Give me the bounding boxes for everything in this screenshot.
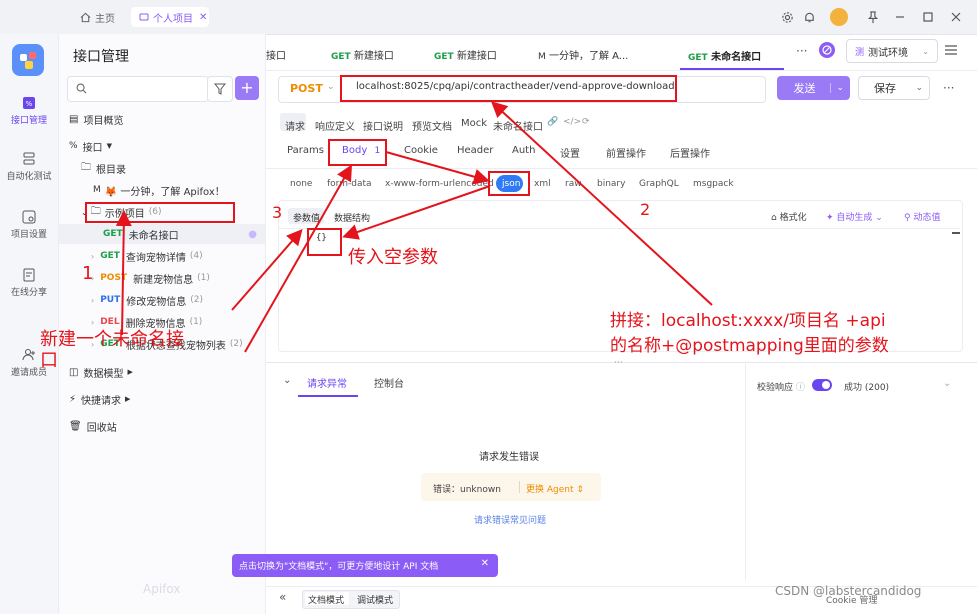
annotation-number-3: 3 bbox=[272, 203, 283, 222]
annotation-number-2: 2 bbox=[640, 200, 651, 219]
annotation-text-concat-1: 拼接：localhost:xxxx/项目名 +api bbox=[610, 311, 886, 331]
annotation-text-empty-param: 传入空参数 bbox=[348, 247, 438, 268]
annotation-number-1: 1 bbox=[82, 263, 94, 284]
annotation-text-concat-2: 的名称+@postmapping里面的参数 bbox=[610, 336, 889, 356]
annotation-text-new-api: 新建一个未命名接口 bbox=[40, 329, 184, 371]
